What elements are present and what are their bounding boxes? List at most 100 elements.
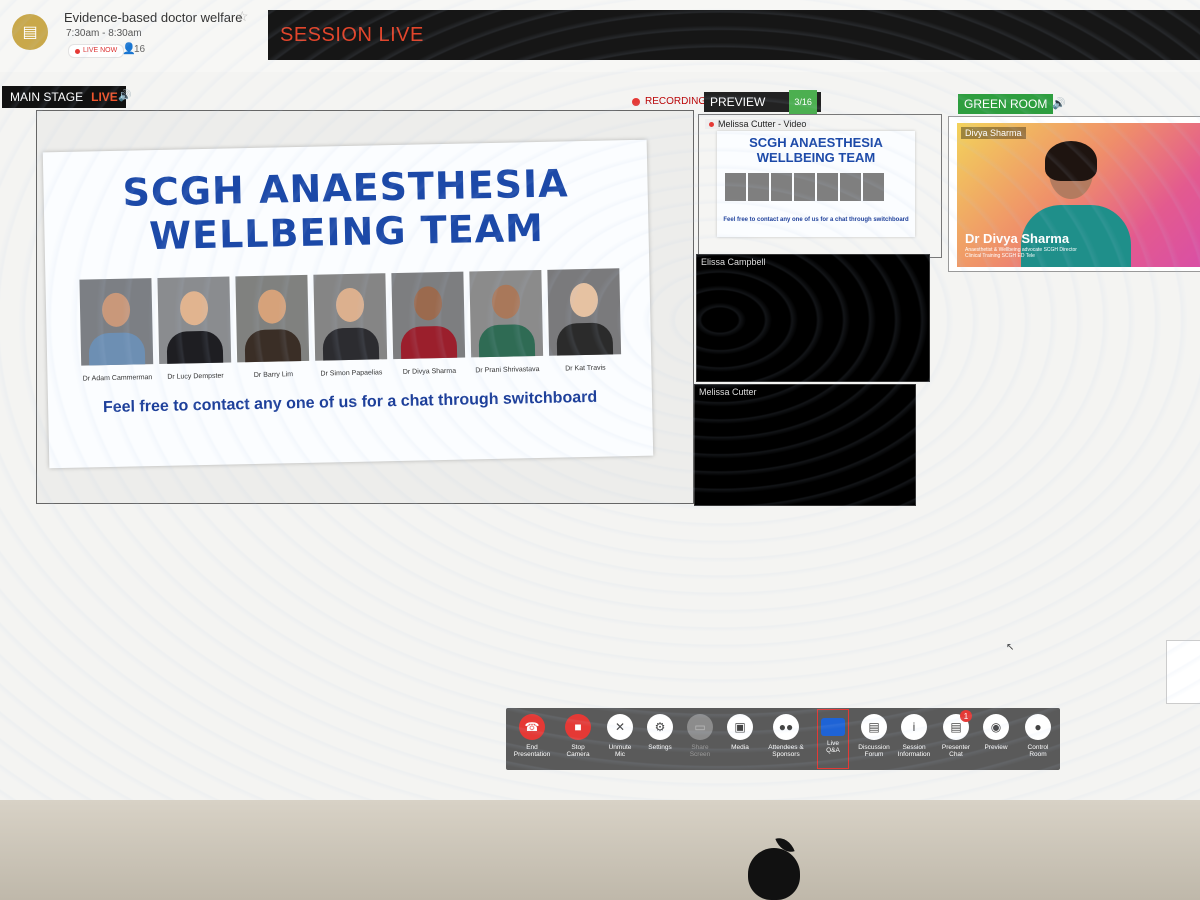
team-member-name: Dr Adam Cammerman xyxy=(82,374,153,383)
preview-photo xyxy=(817,173,838,201)
tool-label: Session Information xyxy=(897,744,931,758)
team-member: Dr Prani Shrivastava xyxy=(469,269,544,375)
session-information-button[interactable]: i Session Information xyxy=(894,708,934,770)
video-tile[interactable]: Elissa Campbell xyxy=(696,254,930,382)
mouse-cursor-icon: ↖ xyxy=(1006,642,1015,653)
media-button[interactable]: ▣ Media xyxy=(720,708,760,770)
preview-tab[interactable]: PREVIEW 3/16 xyxy=(704,90,821,114)
presentation-slide: SCGH ANAESTHESIA WELLBEING TEAM Dr Adam … xyxy=(42,139,654,469)
team-member-photo xyxy=(469,269,544,358)
team-member-name: Dr Prani Shrivastava xyxy=(475,366,540,375)
preview-photo xyxy=(840,173,861,201)
favorite-star-icon[interactable]: ☆ xyxy=(236,8,249,25)
settings-button[interactable]: ⚙ Settings xyxy=(640,708,680,770)
slide-counter: 3/16 xyxy=(789,90,817,114)
preview-photo xyxy=(771,173,792,201)
team-member: Dr Kat Travis xyxy=(547,268,622,373)
main-stage-label: MAIN STAGE xyxy=(10,90,84,104)
attendee-count: 16 xyxy=(134,44,146,55)
team-member-name: Dr Simon Papaelias xyxy=(320,369,383,378)
background-window-edge xyxy=(1166,640,1200,704)
team-member-photo xyxy=(547,268,622,356)
presenter-overlay-subtitle: Anaesthetist & Wellbeing advocate SCGH D… xyxy=(965,247,1077,259)
speaker-icon[interactable]: 🔊 xyxy=(118,89,132,102)
video-tile-name: Melissa Cutter xyxy=(699,387,757,397)
people-icon: ●● xyxy=(773,714,799,740)
share-screen-icon: ▭ xyxy=(687,714,713,740)
session-live-text: SESSION LIVE xyxy=(280,24,424,46)
chat-unread-badge: 1 xyxy=(960,710,972,722)
team-member-name: Dr Barry Lim xyxy=(253,371,294,379)
green-room-tab[interactable]: GREEN ROOM xyxy=(958,94,1054,114)
end-presentation-button[interactable]: ☎ End Presentation xyxy=(512,708,552,770)
preview-source-label: Melissa Cutter - Video xyxy=(705,119,811,129)
preview-slide-footer: Feel free to contact any one of us for a… xyxy=(723,217,909,223)
info-icon: i xyxy=(901,714,927,740)
presenter-overlay-name: Dr Divya Sharma xyxy=(965,231,1070,246)
team-member-photo xyxy=(313,273,388,361)
phone-hangup-icon: ☎ xyxy=(519,714,545,740)
team-member: Dr Divya Sharma xyxy=(391,271,466,376)
preview-button[interactable]: ◉ Preview xyxy=(976,708,1016,770)
mic-muted-icon: ✕ xyxy=(607,714,633,740)
top-header: ▤ Evidence-based doctor welfare ☆ 7:30am… xyxy=(0,0,1200,72)
slide-title: SCGH ANAESTHESIA WELLBEING TEAM xyxy=(53,160,639,260)
presenter-chat-button[interactable]: ▤ 1 Presenter Chat xyxy=(936,708,976,770)
green-room-panel[interactable]: Divya Sharma Dr Divya Sharma Anaesthetis… xyxy=(948,116,1200,272)
discussion-forum-button[interactable]: ▤ Discussion Forum xyxy=(854,708,894,770)
gear-icon: ⚙ xyxy=(647,714,673,740)
tool-label: Unmute Mic xyxy=(608,744,632,758)
tool-label: Stop Camera xyxy=(566,744,590,758)
video-tile[interactable]: Melissa Cutter xyxy=(694,384,916,506)
presenter-toolbar: ☎ End Presentation ■ Stop Camera ✕ Unmut… xyxy=(506,708,1060,770)
team-member: Dr Adam Cammerman xyxy=(79,278,154,383)
session-status-bar: SESSION LIVE xyxy=(268,10,1200,60)
forum-icon: ▤ xyxy=(861,714,887,740)
team-member: Dr Barry Lim xyxy=(235,274,310,379)
speaker-icon[interactable]: 🔊 xyxy=(1052,97,1066,110)
event-title: Evidence-based doctor welfare xyxy=(64,10,243,25)
tool-label: End Presentation xyxy=(513,744,551,758)
user-icon: ● xyxy=(1025,714,1051,740)
unmute-mic-button[interactable]: ✕ Unmute Mic xyxy=(600,708,640,770)
team-photo-row: Dr Adam Cammerman Dr Lucy Dempster Dr Ba… xyxy=(79,268,629,383)
control-room-button[interactable]: ● Control Room xyxy=(1018,708,1058,770)
recording-indicator: RECORDING xyxy=(632,96,706,107)
screen: ▤ Evidence-based doctor welfare ☆ 7:30am… xyxy=(0,0,1200,800)
stop-camera-button[interactable]: ■ Stop Camera xyxy=(558,708,598,770)
team-member-name: Dr Kat Travis xyxy=(565,364,606,373)
preview-photo xyxy=(794,173,815,201)
video-tile-name: Elissa Campbell xyxy=(701,257,766,267)
green-room-participant-name: Divya Sharma xyxy=(961,127,1026,139)
preview-photo xyxy=(725,173,746,201)
team-member: Dr Simon Papaelias xyxy=(313,273,388,378)
team-member-photo xyxy=(157,276,232,364)
recording-text: RECORDING xyxy=(645,96,707,107)
main-stage-live-tag: LIVE xyxy=(91,90,118,104)
qa-icon xyxy=(821,718,845,736)
live-dot-icon xyxy=(75,48,80,54)
recording-dot-icon xyxy=(632,97,640,106)
attendees-sponsors-button[interactable]: ●● Attendees & Sponsors xyxy=(766,708,806,770)
media-icon: ▣ xyxy=(727,714,753,740)
event-logo-icon: ▤ xyxy=(12,14,48,50)
team-member-photo xyxy=(391,271,466,360)
camera-off-icon: ■ xyxy=(565,714,591,740)
preview-photo xyxy=(863,173,884,201)
team-member-photo xyxy=(79,278,154,366)
share-screen-button[interactable]: ▭ Share Screen xyxy=(680,708,720,770)
event-time: 7:30am - 8:30am xyxy=(66,28,142,39)
team-member-photo xyxy=(235,274,310,363)
slide-footer: Feel free to contact any one of us for a… xyxy=(102,388,598,417)
preview-slide-thumbnail: SCGH ANAESTHESIA WELLBEING TEAM Feel fre… xyxy=(717,131,915,237)
tool-label: Discussion Forum xyxy=(858,744,890,758)
preview-slide-title: SCGH ANAESTHESIA WELLBEING TEAM xyxy=(749,135,883,165)
team-member: Dr Lucy Dempster xyxy=(157,276,232,381)
tool-label: Settings xyxy=(648,744,672,751)
main-stage-tab[interactable]: MAIN STAGE LIVE xyxy=(2,86,126,108)
preview-panel[interactable]: Melissa Cutter - Video SCGH ANAESTHESIA … xyxy=(698,114,942,258)
live-qa-button[interactable]: Live Q&A xyxy=(816,708,850,770)
preview-photo xyxy=(748,173,769,201)
monitor-chin xyxy=(0,800,1200,900)
team-member-name: Dr Divya Sharma xyxy=(402,367,457,376)
